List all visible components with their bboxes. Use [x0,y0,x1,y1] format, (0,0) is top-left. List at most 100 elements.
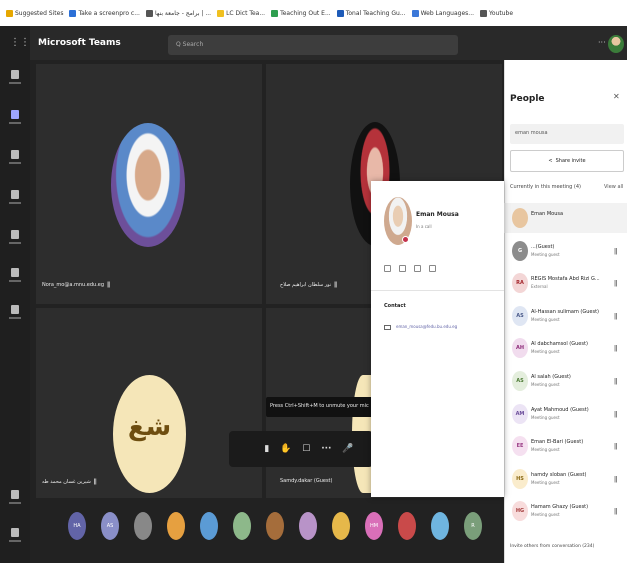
card-status: In a call [416,224,432,229]
bookmark-item[interactable]: Suggested Sites [6,9,64,17]
more-actions-icon[interactable]: ··· [321,444,331,454]
participant-row[interactable]: AS Al salah (Guest) Meeting guest ǁ [504,366,627,396]
rooms-icon[interactable]: ☐ [302,444,310,454]
participant-role: Meeting guest [531,382,560,387]
call-icon[interactable] [429,265,436,272]
bookmark-label: Tonal Teaching Gu... [345,9,406,17]
participant-thumb[interactable] [167,512,185,540]
people-search-input[interactable]: eman mousa [510,124,624,144]
activity-icon[interactable] [7,70,23,94]
participant-thumb[interactable] [233,512,251,540]
participant-thumb[interactable] [134,512,152,540]
bookmark-item[interactable]: Web Languages... [411,9,474,17]
participant-row[interactable]: AS Al-Hassan sulimam (Guest) Meeting guest… [504,301,627,331]
participant-thumb[interactable] [299,512,317,540]
participant-avatar: HS [512,468,528,489]
participant-name: Al salah (Guest) [531,374,571,380]
tile-name: Samdy.dakar (Guest) [280,478,333,484]
participant-row[interactable]: Eman Mousa [504,203,627,233]
share-invite-button[interactable]: < Share invite [510,150,624,172]
mic-off-icon: ǁ [614,279,618,288]
share-invite-label: Share invite [555,158,586,164]
mic-off-icon: ǁ [93,478,97,485]
tile-name: نور سلطان ابراهيم صلاح [280,282,332,288]
participant-thumb[interactable] [200,512,218,540]
chat-icon[interactable] [384,265,391,272]
participant-row[interactable]: HG Hamam Ghazy (Guest) Meeting guest ǁ [504,496,627,526]
bookmark-icon [336,9,344,17]
search-input[interactable]: Q Search [168,35,458,55]
card-email-link[interactable]: eman_mousa@fedu.bu.edu.eg [396,324,457,329]
participant-role: Meeting guest [531,349,560,355]
more-options-icon[interactable]: ··· [598,38,606,47]
participant-thumb[interactable]: HM [365,512,383,540]
mic-off-icon: ǁ [614,507,618,516]
participant-role: External [531,284,548,290]
unmute-tooltip: Press Ctrl+Shift+M to unmute your mic [266,397,386,417]
bookmark-item[interactable]: Tonal Teaching Gu... [336,9,406,17]
bookmark-item[interactable]: Youtube [480,9,513,17]
email-icon[interactable] [399,265,406,272]
bookmark-icon [145,9,153,17]
mic-off-icon: ǁ [334,281,338,288]
participant-row[interactable]: AM Ayat Mahmoud (Guest) Meeting guest ǁ [504,399,627,429]
participant-row[interactable]: HS hamdy sloban (Guest) Meeting guest ǁ [504,464,627,494]
participant-role: Meeting guest [531,479,560,485]
participant-strip: HA AS HM R [68,512,498,544]
participant-thumb[interactable]: HA [68,512,86,540]
participant-row[interactable]: AH Al dabchamsol (Guest) Meeting guest ǁ [504,333,627,363]
files-icon[interactable] [7,305,23,329]
app-title: Microsoft Teams [38,38,121,48]
participant-row[interactable]: EE Eman El-Bari (Guest) Meeting guest ǁ [504,431,627,461]
participant-thumb[interactable]: AS [101,512,119,540]
participant-thumb[interactable] [398,512,416,540]
in-meeting-section-header[interactable]: Currently in this meeting (4) [510,184,581,190]
participant-row[interactable]: RA REGIS Mostafa Abd Rizi G... External ǁ [504,268,627,298]
assignments-icon[interactable] [7,190,23,214]
view-all-link[interactable]: View all [604,184,623,190]
tile-name: Nora_mo@a.mnu.edu.eg [42,282,105,288]
participant-avatar [512,208,528,228]
invite-others-link[interactable]: Invite others from conversation (234) [510,544,594,549]
raise-hand-icon[interactable]: ✋ [280,444,291,454]
apps-grid-icon[interactable]: ⋮⋮ [10,37,30,48]
mic-off-icon: ǁ [614,442,618,451]
bookmark-label: Suggested Sites [15,9,64,17]
participant-thumb[interactable]: R [464,512,482,540]
mic-icon[interactable]: 🎤 [342,444,353,454]
participant-row[interactable]: G ...(Guest) Meeting guest ǁ [504,236,627,266]
apps-icon[interactable] [7,490,23,514]
bookmark-icon [411,9,419,17]
contact-heading: Contact [384,303,406,309]
calls-icon[interactable] [7,268,23,292]
participant-name: Ayat Mahmoud (Guest) [531,406,589,413]
participant-avatar: G [512,240,528,261]
calendar-icon[interactable] [7,230,23,254]
mic-off-icon: ǁ [614,311,618,320]
help-icon[interactable] [7,528,23,552]
share-tray-icon[interactable]: ▮ [264,444,269,454]
chat-icon[interactable] [7,110,23,134]
close-icon[interactable]: ✕ [613,92,620,101]
card-actions [384,265,436,272]
participant-avatar: RA [512,273,528,294]
bookmark-item[interactable]: Teaching Out E... [271,9,331,17]
participant-thumb[interactable] [266,512,284,540]
participant-role: Meeting guest [531,414,560,420]
tile-name: شيرين غسان محمد طه [42,479,91,485]
bookmark-icon [271,9,279,17]
bookmark-item[interactable]: برامج - جامعة بنها | ... [145,9,211,17]
bookmark-item[interactable]: Take a screenpro c... [69,9,140,17]
video-call-icon[interactable] [414,265,421,272]
bookmark-label: Take a screenpro c... [78,9,140,17]
profile-avatar[interactable] [608,35,624,53]
mic-off-icon: ǁ [614,474,618,483]
mic-off-icon: ǁ [614,409,618,418]
people-title: People [510,94,545,104]
bookmark-label: LC Dict Tea... [226,9,266,17]
participant-avatar: AH [512,338,528,359]
participant-thumb[interactable] [431,512,449,540]
participant-thumb[interactable] [332,512,350,540]
bookmark-item[interactable]: LC Dict Tea... [217,9,266,17]
teams-icon[interactable] [7,150,23,174]
